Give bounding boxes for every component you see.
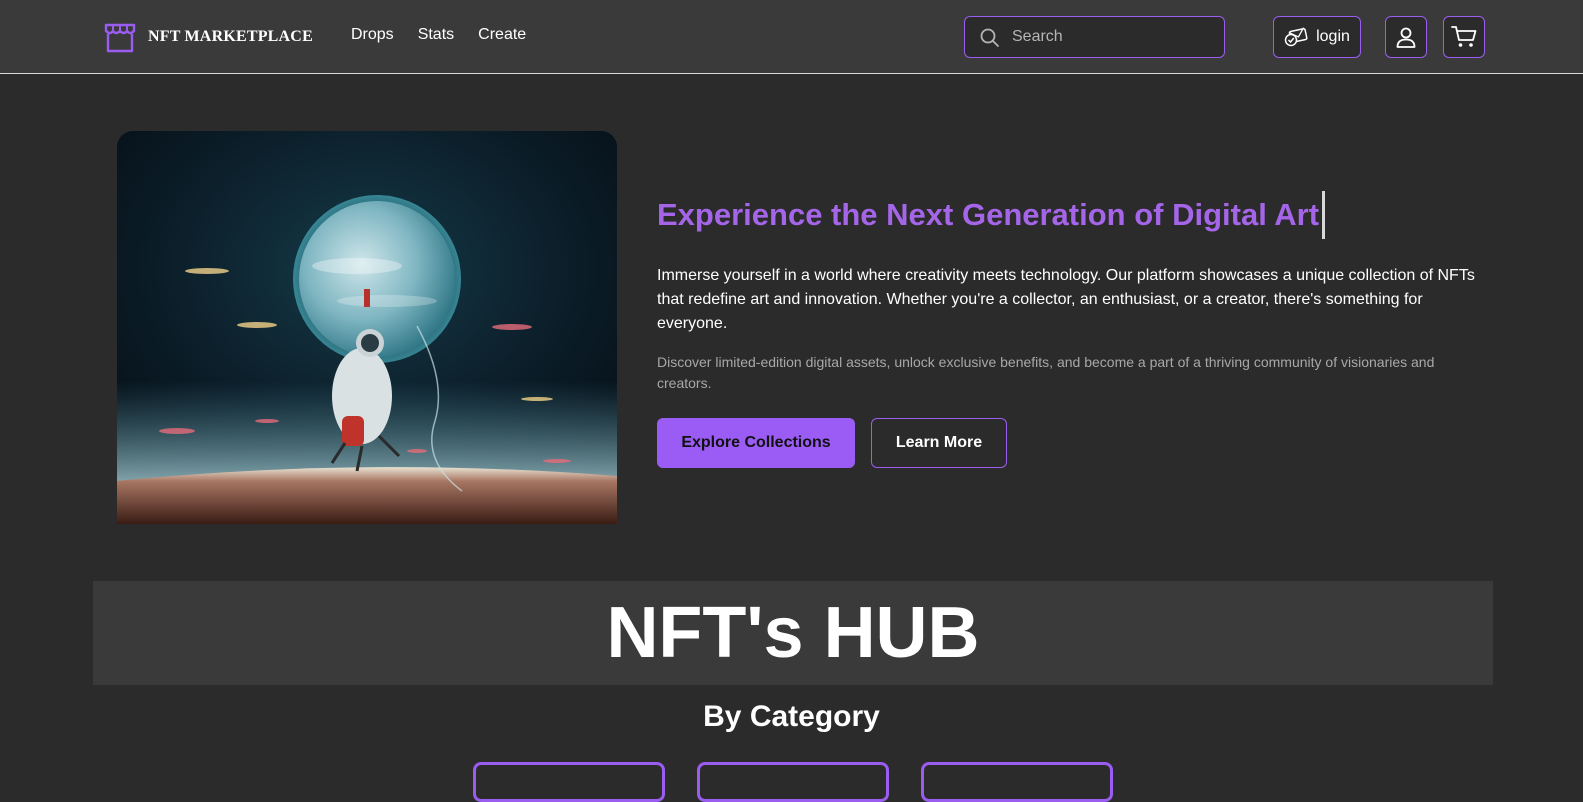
- explore-collections-button[interactable]: Explore Collections: [657, 418, 855, 468]
- brand-name: NFT MARKETPLACE: [148, 28, 313, 45]
- nav-links: Drops Stats Create: [351, 26, 526, 44]
- cart-button[interactable]: [1443, 16, 1485, 58]
- navbar: NFT MARKETPLACE Drops Stats Create login: [0, 0, 1583, 74]
- login-button[interactable]: login: [1273, 16, 1361, 58]
- category-card[interactable]: [921, 762, 1113, 802]
- typing-caret: [1322, 191, 1326, 239]
- category-heading: By Category: [703, 700, 880, 733]
- brand[interactable]: NFT MARKETPLACE: [103, 19, 313, 55]
- category-card[interactable]: [473, 762, 665, 802]
- search-box[interactable]: [964, 16, 1225, 58]
- category-card[interactable]: [697, 762, 889, 802]
- user-button[interactable]: [1385, 16, 1427, 58]
- nav-link-drops[interactable]: Drops: [351, 26, 394, 44]
- storefront-icon: [104, 23, 136, 53]
- hero-artwork-image: [117, 131, 617, 524]
- hub-banner: NFT's HUB: [93, 581, 1493, 685]
- nav-link-stats[interactable]: Stats: [418, 26, 454, 44]
- hero-title-text: Experience the Next Generation of Digita…: [657, 197, 1320, 232]
- hero-title: Experience the Next Generation of Digita…: [657, 191, 1326, 239]
- search-input[interactable]: [1010, 27, 1200, 47]
- hero-subtext: Discover limited-edition digital assets,…: [657, 354, 1435, 391]
- wallet-icon: [1284, 27, 1308, 47]
- user-icon: [1396, 27, 1416, 48]
- login-label: login: [1316, 28, 1350, 45]
- cart-icon: [1451, 26, 1477, 47]
- search-icon: [980, 28, 999, 47]
- hub-title: NFT's HUB: [606, 593, 980, 673]
- learn-more-button[interactable]: Learn More: [871, 418, 1007, 468]
- nav-link-create[interactable]: Create: [478, 26, 526, 44]
- hero-description: Immerse yourself in a world where creati…: [657, 267, 1475, 332]
